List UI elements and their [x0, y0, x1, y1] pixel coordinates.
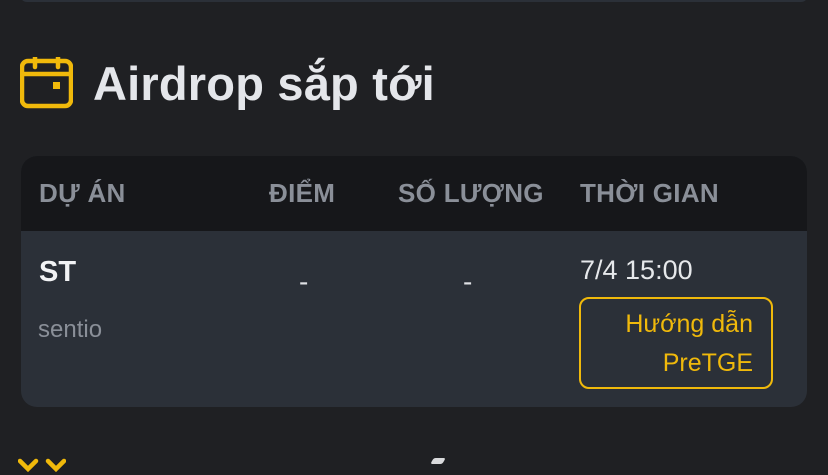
- guide-button-label-line1: Hướng dẫn: [625, 310, 753, 338]
- pretge-guide-button[interactable]: Hướng dẫn PreTGE: [579, 297, 773, 389]
- section-header: Airdrop sắp tới: [20, 55, 435, 111]
- next-section-title-fragment: [430, 458, 446, 464]
- table-row[interactable]: ST sentio - - 7/4 15:00 Hướng dẫn PreTGE: [21, 231, 807, 407]
- calendar-icon: [20, 56, 73, 108]
- previous-card: [20, 0, 808, 2]
- column-header-points: ĐIỂM: [269, 178, 336, 208]
- airdrop-time: 7/4 15:00: [580, 255, 693, 285]
- quantity-value: -: [463, 266, 473, 297]
- column-header-quantity: SỐ LƯỢNG: [398, 178, 544, 208]
- guide-button-label-line2: PreTGE: [662, 349, 753, 377]
- airdrop-table: DỰ ÁN ĐIỂM SỐ LƯỢNG THỜI GIAN ST sentio …: [21, 156, 807, 407]
- column-header-project: DỰ ÁN: [39, 178, 126, 208]
- points-value: -: [299, 266, 309, 297]
- table-header: DỰ ÁN ĐIỂM SỐ LƯỢNG THỜI GIAN: [21, 156, 807, 231]
- next-section-icon: [18, 458, 66, 473]
- column-header-time: THỜI GIAN: [580, 178, 719, 208]
- project-name: sentio: [38, 316, 103, 343]
- project-symbol: ST: [39, 256, 77, 288]
- section-title: Airdrop sắp tới: [93, 56, 435, 110]
